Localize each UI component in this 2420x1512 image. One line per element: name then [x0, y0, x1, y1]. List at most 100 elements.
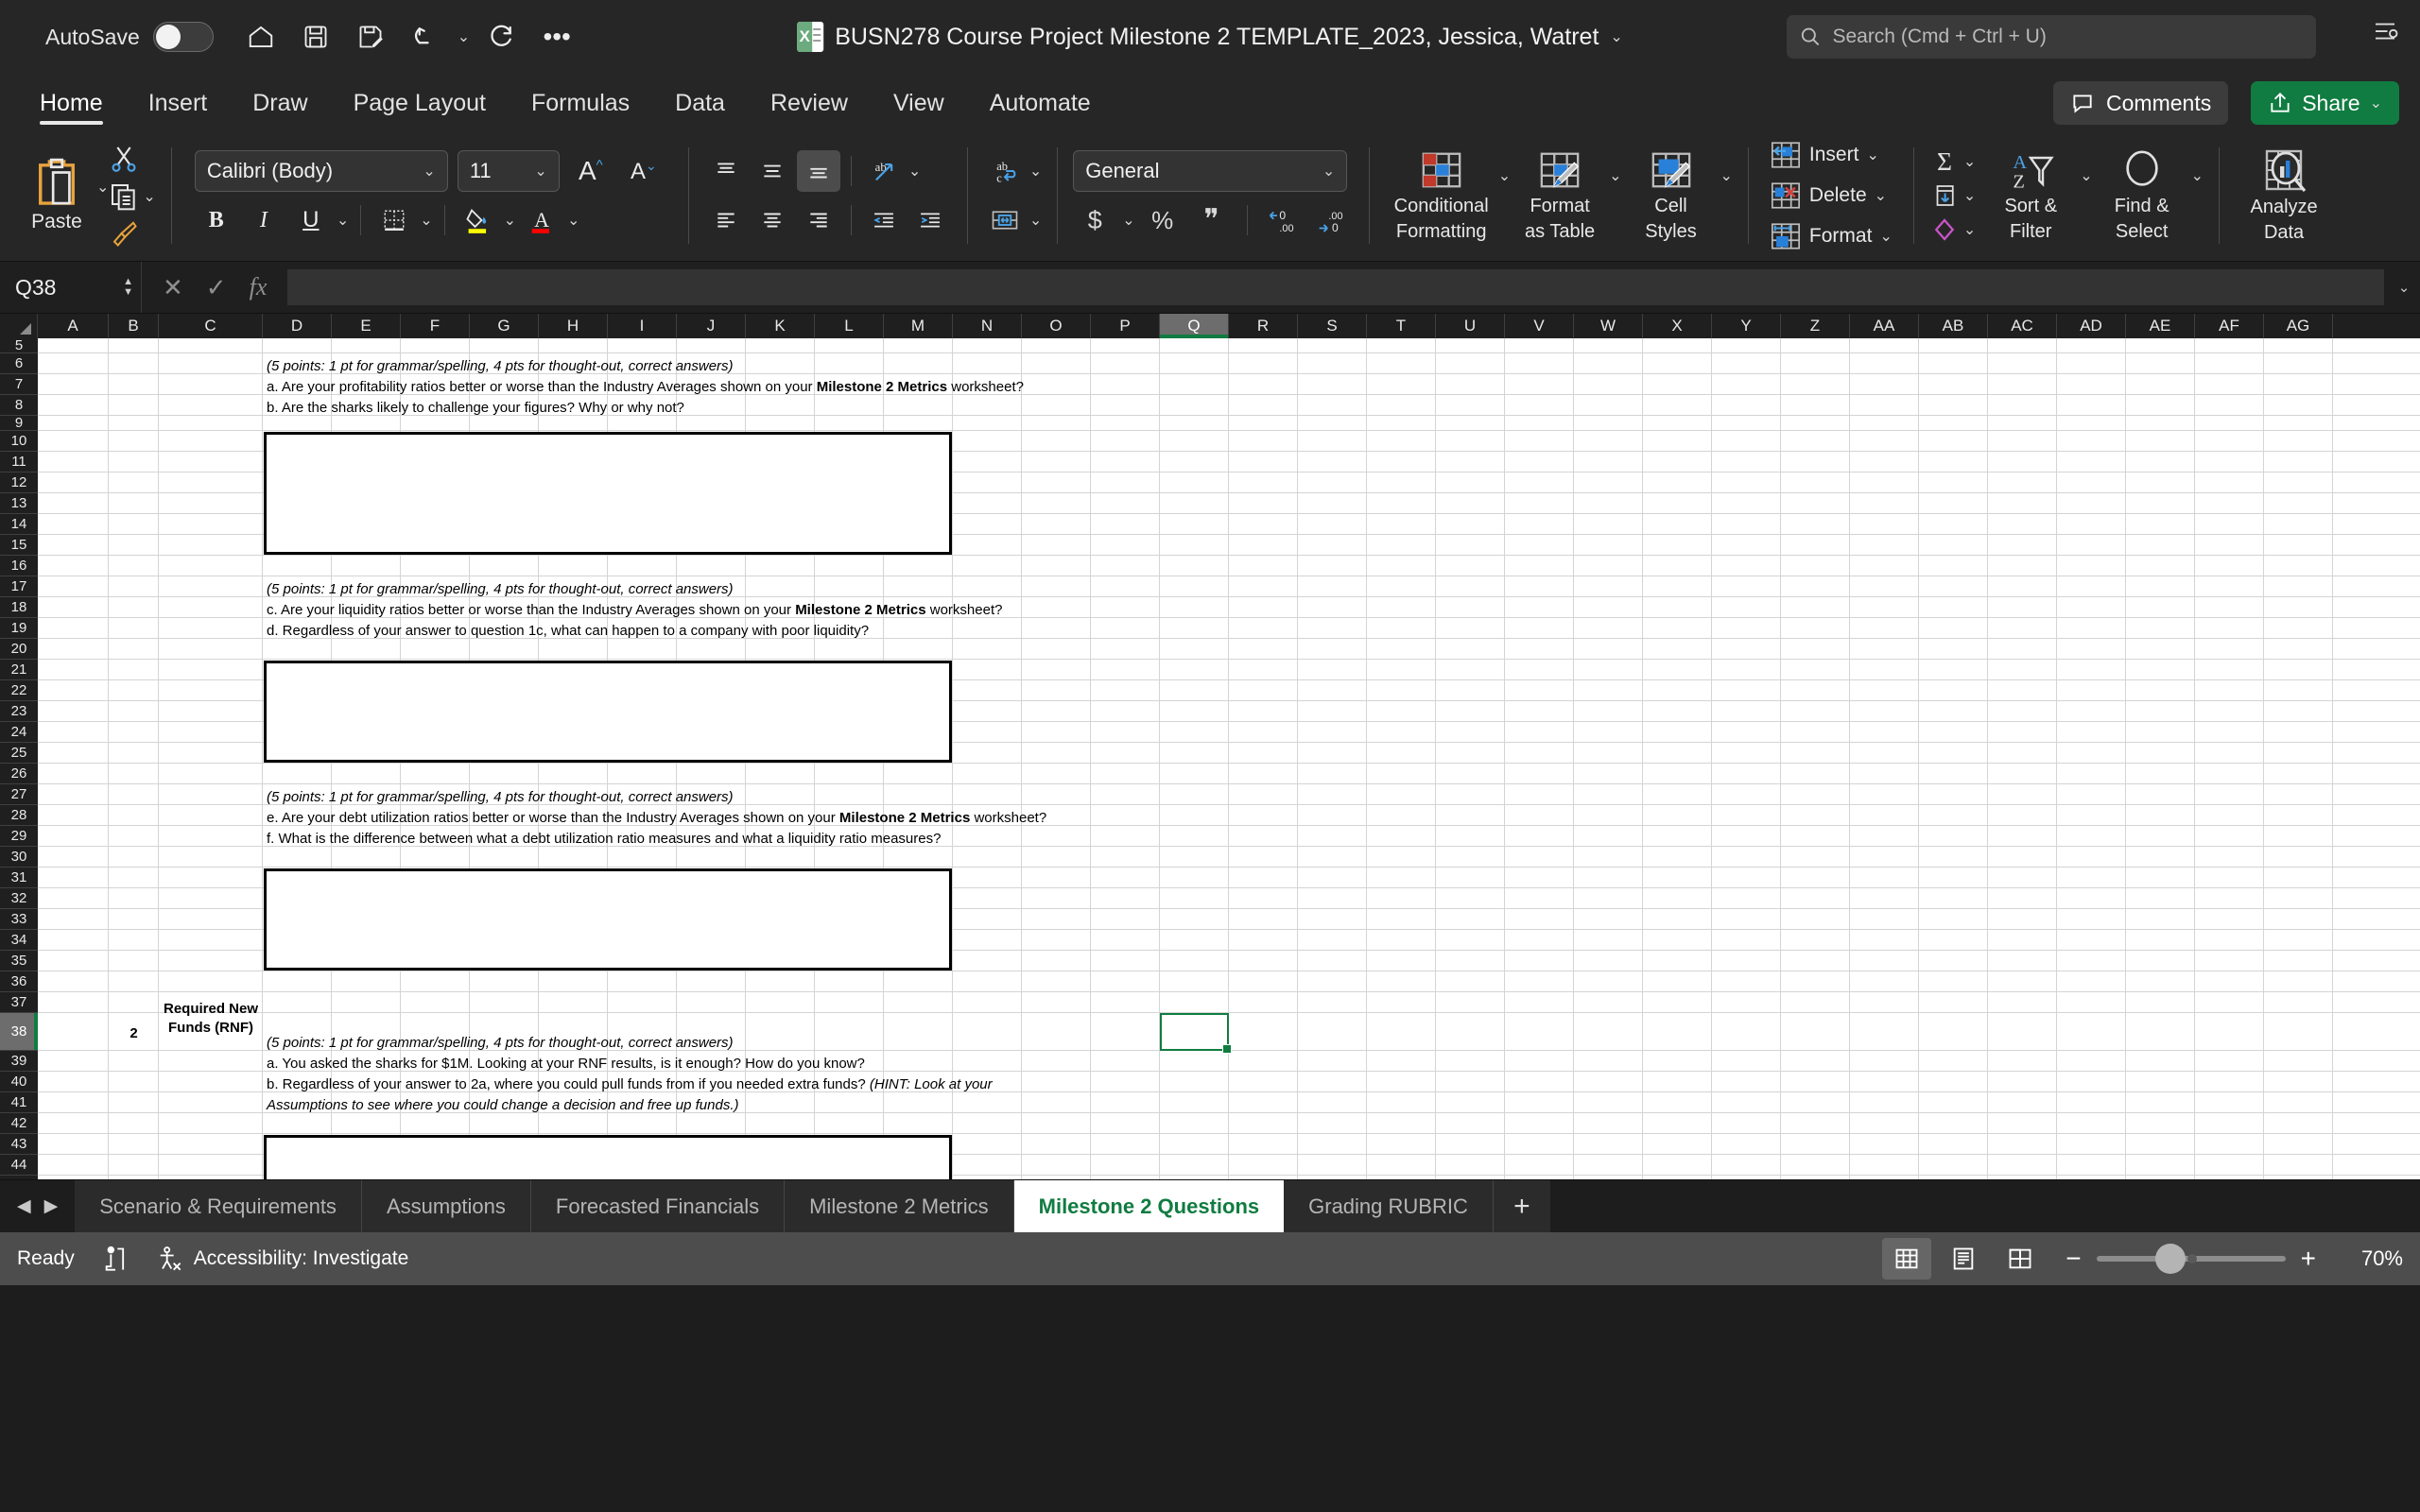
- row-header-29[interactable]: 29: [0, 826, 38, 847]
- cut-button[interactable]: [109, 144, 155, 174]
- row-header-31[interactable]: 31: [0, 868, 38, 888]
- font-color-chevron-down-icon[interactable]: ⌄: [567, 211, 579, 230]
- sort-filter-chevron-down-icon[interactable]: ⌄: [2080, 166, 2092, 185]
- row-header-42[interactable]: 42: [0, 1113, 38, 1134]
- answer-box-3[interactable]: [264, 868, 952, 971]
- row-header-18[interactable]: 18: [0, 597, 38, 618]
- accessibility-status[interactable]: Accessibility: Investigate: [156, 1246, 408, 1272]
- selected-cell-Q38[interactable]: [1160, 1013, 1232, 1054]
- answer-box-2[interactable]: [264, 661, 952, 763]
- find-select-chevron-down-icon[interactable]: ⌄: [2191, 166, 2204, 185]
- delete-chevron-down-icon[interactable]: ⌄: [1875, 186, 1887, 205]
- column-header-H[interactable]: H: [539, 314, 608, 338]
- row-header-39[interactable]: 39: [0, 1051, 38, 1072]
- add-sheet-button[interactable]: +: [1493, 1180, 1550, 1232]
- conditional-formatting-chevron-down-icon[interactable]: ⌄: [1498, 166, 1511, 185]
- tab-home[interactable]: Home: [21, 84, 122, 129]
- name-box-spinner[interactable]: ▲ ▼: [123, 277, 133, 298]
- format-chevron-down-icon[interactable]: ⌄: [1879, 227, 1892, 246]
- font-name-chevron-down-icon[interactable]: ⌄: [423, 162, 435, 180]
- font-size-combo[interactable]: 11 ⌄: [457, 150, 560, 192]
- row-header-6[interactable]: 6: [0, 353, 38, 374]
- page-break-view-button[interactable]: [1996, 1238, 2045, 1280]
- column-header-T[interactable]: T: [1367, 314, 1436, 338]
- column-header-F[interactable]: F: [401, 314, 470, 338]
- wrap-text-button[interactable]: ab c: [983, 150, 1027, 192]
- number-format-combo[interactable]: General ⌄: [1073, 150, 1348, 192]
- row-header-34[interactable]: 34: [0, 930, 38, 951]
- insert-cells-button[interactable]: Insert ⌄: [1764, 137, 1898, 173]
- sheet-tab-forecasted-financials[interactable]: Forecasted Financials: [531, 1180, 786, 1232]
- column-header-O[interactable]: O: [1022, 314, 1091, 338]
- row-header-13[interactable]: 13: [0, 493, 38, 514]
- fill-color-button[interactable]: [457, 199, 500, 241]
- merge-cells-chevron-down-icon[interactable]: ⌄: [1029, 211, 1042, 230]
- decrease-decimal-button[interactable]: .00 0: [1310, 199, 1354, 241]
- row-header-35[interactable]: 35: [0, 951, 38, 971]
- tab-review[interactable]: Review: [752, 84, 867, 129]
- search-input[interactable]: [1832, 26, 2303, 48]
- column-header-AC[interactable]: AC: [1988, 314, 2057, 338]
- share-button[interactable]: Share ⌄: [2251, 81, 2399, 125]
- zoom-thumb[interactable]: [2154, 1244, 2186, 1274]
- save-as-icon[interactable]: [348, 14, 393, 60]
- column-header-C[interactable]: C: [159, 314, 263, 338]
- zoom-track[interactable]: [2096, 1244, 2286, 1274]
- row-header-38[interactable]: 38: [0, 1013, 38, 1051]
- increase-decimal-button[interactable]: 0.00: [1261, 199, 1305, 241]
- row-header-7[interactable]: 7: [0, 374, 38, 395]
- tab-formulas[interactable]: Formulas: [512, 84, 648, 129]
- row-header-26[interactable]: 26: [0, 764, 38, 784]
- wrap-text-chevron-down-icon[interactable]: ⌄: [1029, 162, 1042, 180]
- name-box[interactable]: Q38 ▲ ▼: [0, 262, 142, 313]
- tab-data[interactable]: Data: [656, 84, 744, 129]
- conditional-formatting-button[interactable]: Conditional Formatting: [1385, 145, 1498, 247]
- analyze-data-button[interactable]: Analyze Data: [2235, 144, 2333, 248]
- column-header-W[interactable]: W: [1574, 314, 1643, 338]
- row-header-25[interactable]: 25: [0, 743, 38, 764]
- document-title[interactable]: BUSN278 Course Project Milestone 2 TEMPL…: [797, 22, 1623, 52]
- select-all-corner[interactable]: [0, 314, 38, 338]
- font-color-button[interactable]: A: [520, 199, 563, 241]
- font-size-chevron-down-icon[interactable]: ⌄: [534, 162, 546, 180]
- align-center-button[interactable]: [751, 199, 794, 241]
- save-icon[interactable]: [293, 14, 338, 60]
- orientation-chevron-down-icon[interactable]: ⌄: [908, 162, 921, 180]
- decrease-indent-button[interactable]: [862, 199, 906, 241]
- zoom-out-button[interactable]: −: [2066, 1244, 2081, 1274]
- row-header-40[interactable]: 40: [0, 1072, 38, 1092]
- increase-indent-button[interactable]: [908, 199, 952, 241]
- column-header-A[interactable]: A: [38, 314, 109, 338]
- share-chevron-down-icon[interactable]: ⌄: [2370, 94, 2382, 112]
- column-header-R[interactable]: R: [1229, 314, 1298, 338]
- row-header-12[interactable]: 12: [0, 472, 38, 493]
- row-header-43[interactable]: 43: [0, 1134, 38, 1155]
- sheet-tab-milestone-2-metrics[interactable]: Milestone 2 Metrics: [785, 1180, 1014, 1232]
- column-header-AG[interactable]: AG: [2264, 314, 2333, 338]
- autosave-group[interactable]: AutoSave: [45, 22, 214, 52]
- format-painter-button[interactable]: [109, 219, 155, 248]
- tab-automate[interactable]: Automate: [971, 84, 1110, 129]
- orientation-button[interactable]: ab: [862, 150, 906, 192]
- column-header-AF[interactable]: AF: [2195, 314, 2264, 338]
- row-header-27[interactable]: 27: [0, 784, 38, 805]
- row-header-8[interactable]: 8: [0, 395, 38, 416]
- cell-styles-chevron-down-icon[interactable]: ⌄: [1720, 166, 1733, 185]
- align-middle-button[interactable]: [751, 150, 794, 192]
- font-name-combo[interactable]: Calibri (Body) ⌄: [194, 150, 448, 192]
- more-options-icon[interactable]: •••: [534, 14, 579, 60]
- page-layout-view-button[interactable]: [1939, 1238, 1988, 1280]
- bold-button[interactable]: B: [195, 199, 238, 241]
- column-header-AD[interactable]: AD: [2057, 314, 2126, 338]
- delete-cells-button[interactable]: Delete ⌄: [1764, 178, 1898, 214]
- row-header-30[interactable]: 30: [0, 847, 38, 868]
- format-as-table-chevron-down-icon[interactable]: ⌄: [1609, 166, 1621, 185]
- column-header-P[interactable]: P: [1091, 314, 1160, 338]
- increase-font-size-button[interactable]: A^: [569, 150, 613, 192]
- tab-draw[interactable]: Draw: [233, 84, 326, 129]
- row-header-28[interactable]: 28: [0, 805, 38, 826]
- paste-button[interactable]: Paste: [11, 158, 102, 233]
- grid-cells[interactable]: (5 points: 1 pt for grammar/spelling, 4 …: [38, 338, 2420, 1179]
- normal-view-button[interactable]: [1882, 1238, 1932, 1280]
- zoom-level-label[interactable]: 70%: [2337, 1246, 2403, 1271]
